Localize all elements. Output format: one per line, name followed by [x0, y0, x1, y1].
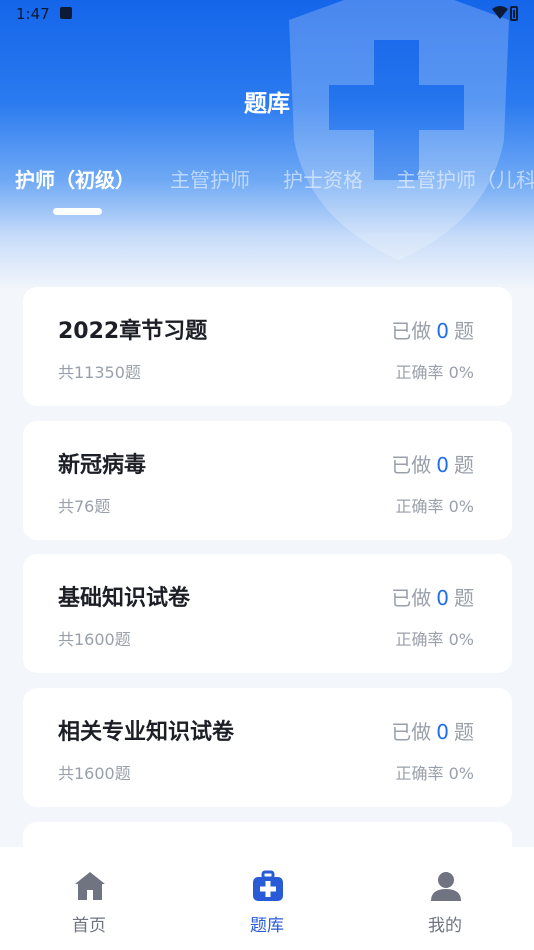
tab-nurse-qualification[interactable]: 护士资格 [283, 164, 363, 193]
card-accuracy: 正确率 0% [395, 764, 474, 783]
category-tabs: 护师（初级） 主管护师 护士资格 主管护师（儿科 [0, 164, 534, 224]
card-accuracy: 正确率 0% [395, 497, 474, 516]
header-banner: 1:47 题库 护师（初级） 主管护师 护士资格 主管护师（儿科 [0, 0, 534, 290]
tab-supervisor-nurse-pediatrics[interactable]: 主管护师（儿科 [396, 164, 534, 193]
card-accuracy: 正确率 0% [395, 363, 474, 382]
tab-supervisor-nurse[interactable]: 主管护师 [170, 164, 250, 193]
question-set-card[interactable]: 基础知识试卷 共1600题 已做 0 题 正确率 0% [23, 554, 512, 673]
active-tab-indicator [53, 208, 102, 215]
card-total-count: 共76题 [58, 497, 111, 516]
question-set-card[interactable]: 新冠病毒 共76题 已做 0 题 正确率 0% [23, 421, 512, 540]
card-total-count: 共1600题 [58, 630, 131, 649]
card-total-count: 共11350题 [58, 363, 141, 382]
nav-profile[interactable]: 我的 [385, 847, 505, 950]
user-icon [431, 872, 461, 901]
card-title: 相关专业知识试卷 [58, 720, 235, 745]
card-accuracy: 正确率 0% [395, 630, 474, 649]
shield-cross-decoration [289, 0, 509, 260]
card-done-count: 已做 0 题 [391, 586, 474, 610]
card-title: 新冠病毒 [58, 453, 147, 478]
nav-question-bank-label: 题库 [250, 916, 284, 936]
nav-home-label: 首页 [72, 916, 106, 936]
battery-icon [510, 6, 518, 21]
tab-nurse-junior[interactable]: 护师（初级） [15, 164, 135, 193]
medical-kit-icon [253, 870, 283, 901]
card-title: 基础知识试卷 [58, 586, 191, 611]
bottom-navigation: 首页 题库 我的 [0, 847, 534, 950]
card-done-count: 已做 0 题 [391, 720, 474, 744]
question-set-card[interactable]: 相关专业知识试卷 共1600题 已做 0 题 正确率 0% [23, 688, 512, 807]
card-title: 2022章节习题 [58, 319, 208, 344]
wifi-icon [492, 6, 508, 19]
card-done-count: 已做 0 题 [391, 453, 474, 477]
question-set-card[interactable]: 2022章节习题 共11350题 已做 0 题 正确率 0% [23, 287, 512, 406]
status-bar: 1:47 [0, 0, 534, 28]
nav-question-bank[interactable]: 题库 [207, 847, 327, 950]
notification-icon [60, 7, 72, 19]
status-time: 1:47 [16, 5, 50, 23]
home-icon [75, 872, 105, 900]
page-title: 题库 [244, 91, 290, 117]
card-done-count: 已做 0 题 [391, 319, 474, 343]
nav-home[interactable]: 首页 [29, 847, 149, 950]
card-total-count: 共1600题 [58, 764, 131, 783]
nav-profile-label: 我的 [428, 916, 462, 936]
